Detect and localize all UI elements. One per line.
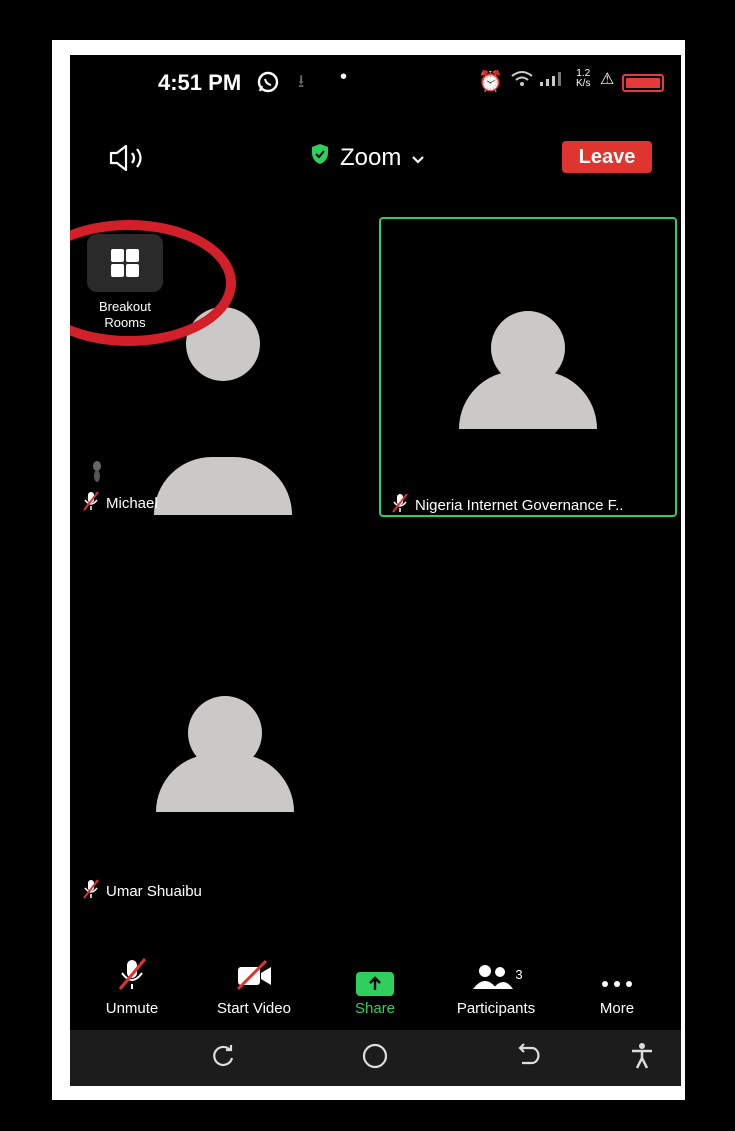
participant-name: Umar Shuaibu bbox=[106, 882, 202, 900]
meeting-title-dropdown[interactable]: Zoom bbox=[310, 143, 425, 172]
participant-name: Michael bbox=[106, 494, 158, 512]
share-button[interactable]: Share bbox=[320, 960, 430, 1017]
participants-icon bbox=[471, 963, 514, 996]
alarm-icon: ⏰ bbox=[478, 71, 503, 93]
participants-count: 3 bbox=[515, 967, 523, 982]
meeting-toolbar: Unmute Start Video Share 3 Participants … bbox=[70, 957, 681, 1030]
speaker-icon[interactable] bbox=[107, 143, 149, 178]
more-button[interactable]: More bbox=[562, 960, 672, 1017]
more-label: More bbox=[599, 1000, 635, 1017]
participant-name-tag: Michael bbox=[82, 491, 158, 515]
muted-mic-icon bbox=[115, 957, 149, 996]
battery-icon bbox=[622, 74, 664, 92]
back-icon[interactable] bbox=[514, 1042, 542, 1075]
wifi-signal-icon bbox=[510, 69, 568, 90]
muted-mic-icon bbox=[82, 491, 100, 515]
whatsapp-icon bbox=[256, 70, 280, 99]
video-tile-umar-shuaibu[interactable]: Umar Shuaibu bbox=[70, 607, 375, 909]
chevron-down-icon bbox=[411, 144, 425, 172]
participants-label: Participants bbox=[456, 1000, 536, 1017]
network-speed-unit: K/s bbox=[576, 78, 591, 89]
audio-level-icon bbox=[90, 460, 104, 491]
meeting-title: Zoom bbox=[340, 143, 402, 171]
status-time: 4:51 PM bbox=[158, 70, 242, 95]
muted-mic-icon bbox=[82, 879, 100, 903]
security-shield-icon bbox=[310, 143, 330, 172]
home-icon[interactable] bbox=[361, 1042, 389, 1075]
download-icon: ⭳ bbox=[298, 71, 305, 91]
phone-screen: 4:51 PM ⭳ • ⏰ 1.2 K/s ⚠ Zoom Leave Micha… bbox=[70, 55, 681, 1086]
share-arrow-icon bbox=[356, 972, 394, 996]
video-tile-active-speaker[interactable]: Nigeria Internet Governance F.. bbox=[379, 217, 677, 517]
start-video-label: Start Video bbox=[217, 1000, 291, 1017]
participant-name-tag: Umar Shuaibu bbox=[82, 879, 202, 903]
participant-name-tag: Nigeria Internet Governance F.. bbox=[391, 493, 623, 517]
participant-name: Nigeria Internet Governance F.. bbox=[415, 496, 624, 514]
network-speed: 1.2 K/s bbox=[576, 69, 590, 89]
video-off-icon bbox=[234, 959, 274, 996]
warning-icon: ⚠ bbox=[600, 71, 615, 88]
participants-button[interactable]: 3 Participants bbox=[441, 960, 551, 1017]
status-bar: 4:51 PM ⭳ • ⏰ 1.2 K/s ⚠ bbox=[70, 65, 681, 99]
start-video-button[interactable]: Start Video bbox=[199, 959, 309, 1017]
unmute-label: Unmute bbox=[105, 1000, 159, 1017]
notification-dot-icon: • bbox=[340, 66, 348, 88]
leave-button[interactable]: Leave bbox=[562, 141, 652, 173]
share-label: Share bbox=[354, 1000, 396, 1017]
more-dots-icon bbox=[599, 977, 635, 996]
recent-apps-icon[interactable] bbox=[210, 1042, 238, 1075]
muted-mic-icon bbox=[391, 493, 409, 517]
accessibility-icon[interactable] bbox=[630, 1042, 654, 1075]
android-navigation-bar bbox=[70, 1030, 681, 1086]
unmute-button[interactable]: Unmute bbox=[77, 957, 187, 1017]
